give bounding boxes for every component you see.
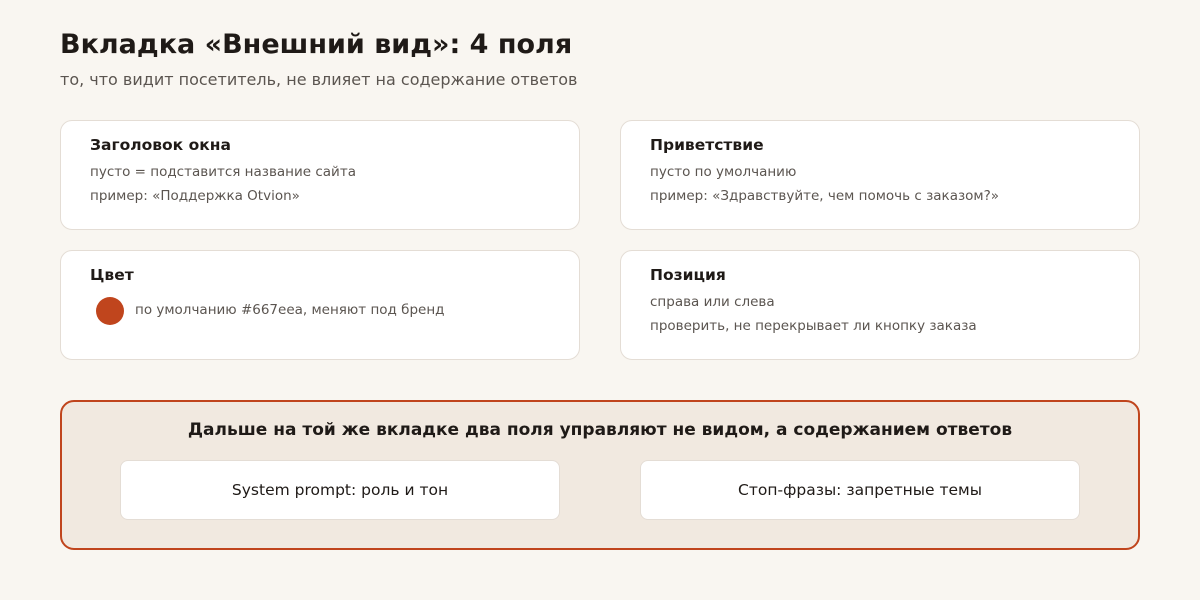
system-prompt-item: System prompt: роль и тон bbox=[120, 460, 560, 520]
field-card-position: Позиция справа или слева проверить, не п… bbox=[620, 250, 1140, 360]
page-subtitle: то, что видит посетитель, не влияет на с… bbox=[60, 70, 578, 89]
field-example: пример: «Поддержка Otvion» bbox=[90, 188, 300, 204]
field-description: пусто = подставится название сайта bbox=[90, 164, 356, 180]
stop-phrases-item: Стоп-фразы: запретные темы bbox=[640, 460, 1080, 520]
field-description: по умолчанию #667eea, меняют под бренд bbox=[135, 302, 445, 318]
field-description: пусто по умолчанию bbox=[650, 164, 797, 180]
next-fields-title: Дальше на той же вкладке два поля управл… bbox=[187, 420, 1013, 440]
field-description: справа или слева bbox=[650, 294, 775, 310]
page-title: Вкладка «Внешний вид»: 4 поля bbox=[60, 29, 573, 60]
field-label: Приветствие bbox=[650, 136, 764, 154]
diagram-page: Вкладка «Внешний вид»: 4 поля то, что ви… bbox=[0, 0, 1200, 600]
field-card-color: Цвет по умолчанию #667eea, меняют под бр… bbox=[60, 250, 580, 360]
field-note: проверить, не перекрывает ли кнопку зака… bbox=[650, 318, 977, 334]
field-label: Цвет bbox=[90, 266, 134, 284]
field-label: Заголовок окна bbox=[90, 136, 231, 154]
color-swatch bbox=[96, 297, 124, 325]
field-label: Позиция bbox=[650, 266, 726, 284]
next-fields-panel: Дальше на той же вкладке два поля управл… bbox=[60, 400, 1140, 550]
field-example: пример: «Здравствуйте, чем помочь с зака… bbox=[650, 188, 1000, 204]
field-card-greeting: Приветствие пусто по умолчанию пример: «… bbox=[620, 120, 1140, 230]
field-card-window-title: Заголовок окна пусто = подставится назва… bbox=[60, 120, 580, 230]
